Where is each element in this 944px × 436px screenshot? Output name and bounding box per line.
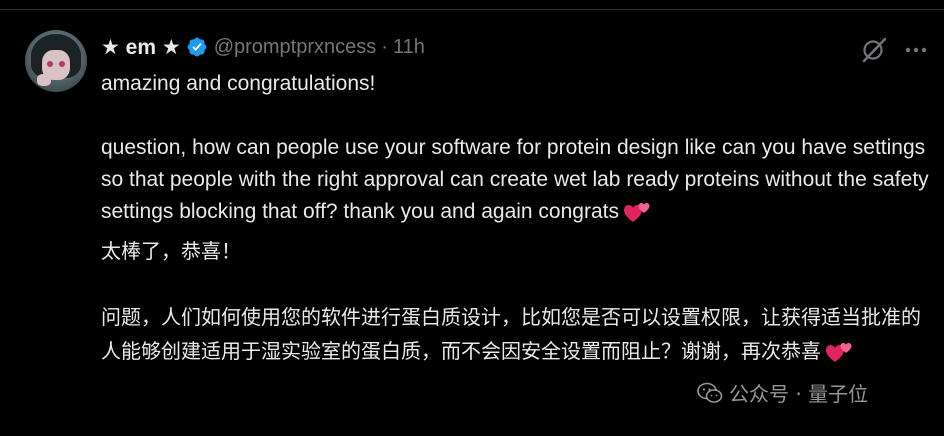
tweet-line: amazing and congratulations!: [101, 72, 376, 95]
tweet-paragraph: question, how can people use your softwa…: [101, 132, 931, 228]
watermark-text: 公众号 · 量子位: [729, 382, 869, 406]
tweet-translation-line: 太棒了，恭喜！: [101, 239, 241, 263]
tweet-paragraph-text: question, how can people use your softwa…: [101, 136, 929, 223]
watermark: 公众号 · 量子位: [697, 378, 868, 407]
separator-dot: ·: [381, 35, 388, 58]
author-handle[interactable]: @promptprxncess: [214, 36, 377, 59]
more-options-icon[interactable]: [902, 36, 930, 64]
wechat-icon: [697, 382, 723, 403]
avatar[interactable]: [25, 30, 87, 92]
tweet-translation-paragraph: 问题，人们如何使用您的软件进行蛋白质设计，比如您是否可以设置权限，让获得适当批准…: [101, 300, 931, 368]
tweet[interactable]: ★ em ★ @promptprxncess · 11h amazing and…: [0, 10, 944, 436]
tweet-translation-text: 问题，人们如何使用您的软件进行蛋白质设计，比如您是否可以设置权限，让获得适当批准…: [101, 305, 921, 363]
timestamp[interactable]: 11h: [393, 36, 425, 59]
two-hearts-emoji-icon: [825, 340, 855, 364]
tweet-text: amazing and congratulations! question, h…: [101, 68, 931, 368]
grok-icon[interactable]: [860, 36, 888, 64]
author-name[interactable]: ★ em ★: [101, 35, 181, 60]
two-hearts-emoji-icon: [623, 200, 653, 224]
tweet-header: ★ em ★ @promptprxncess · 11h: [101, 32, 425, 62]
verified-badge-icon: [186, 36, 208, 58]
